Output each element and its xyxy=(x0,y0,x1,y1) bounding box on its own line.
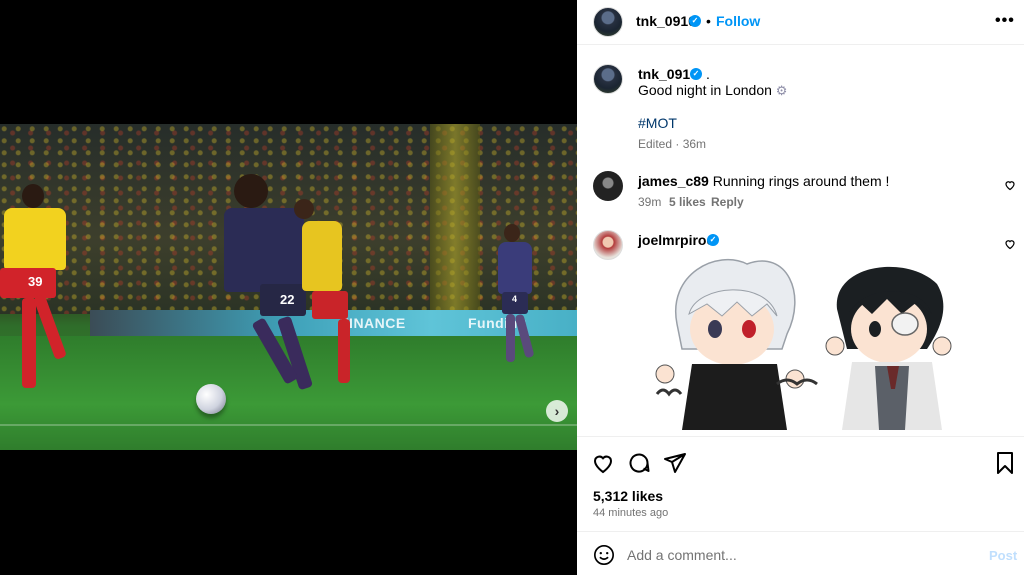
heart-icon[interactable] xyxy=(1004,238,1016,250)
header-bullet: • xyxy=(706,13,711,29)
reply-button[interactable]: Reply xyxy=(711,195,744,209)
share-icon[interactable] xyxy=(663,451,687,475)
anime-sticker[interactable] xyxy=(637,254,990,430)
comment-icon[interactable] xyxy=(627,451,651,475)
next-icon[interactable]: › xyxy=(546,400,568,422)
gear-icon: ⚙ xyxy=(775,83,788,98)
instagram-post-modal: FINANCE Funding 39 22 4 › tnk_0910 ✓ • F… xyxy=(0,0,1024,575)
comment-composer: Add a comment... Post xyxy=(577,531,1024,575)
comment-body: Running rings around them ! xyxy=(712,173,890,189)
comment-likes[interactable]: 5 likes xyxy=(669,195,706,209)
football xyxy=(196,384,226,414)
far-player: 4 xyxy=(480,224,550,374)
post-header: tnk_0910 ✓ • Follow ••• xyxy=(577,0,1024,45)
caption-line: Good night in London xyxy=(638,82,772,98)
post-media: FINANCE Funding 39 22 4 › xyxy=(0,0,577,575)
commenter-username[interactable]: joelmrpiroe xyxy=(638,232,714,248)
commenter-avatar[interactable] xyxy=(593,171,623,201)
opponent-player-2 xyxy=(292,199,362,399)
follow-button[interactable]: Follow xyxy=(716,13,760,29)
stand-pillar xyxy=(430,124,480,314)
caption-dot: . xyxy=(706,66,710,82)
author-username[interactable]: tnk_0910 xyxy=(636,13,696,29)
post-time: 44 minutes ago xyxy=(593,507,669,519)
verified-icon: ✓ xyxy=(707,234,719,246)
caption-text: Good night in London ⚙ xyxy=(638,82,787,99)
commenter-avatar[interactable] xyxy=(593,230,623,260)
caption-username[interactable]: tnk_0910 xyxy=(638,66,698,82)
post-button[interactable]: Post xyxy=(989,548,1017,563)
comment-time: 39m xyxy=(638,195,662,209)
opponent-number: 39 xyxy=(28,274,43,289)
more-icon[interactable]: ••• xyxy=(995,12,1015,30)
comment-text: james_c89 Running rings around them ! xyxy=(638,173,889,189)
hashtag-link[interactable]: #MOT xyxy=(638,115,677,131)
bookmark-icon[interactable] xyxy=(993,451,1017,475)
heart-icon[interactable] xyxy=(591,451,615,475)
avatar[interactable] xyxy=(593,7,623,37)
post-sidebar: tnk_0910 ✓ • Follow ••• tnk_0910 ✓ . Goo… xyxy=(577,0,1024,575)
opponent-player: 39 xyxy=(0,184,80,444)
emoji-icon[interactable] xyxy=(593,544,615,566)
commenter-username[interactable]: james_c89 xyxy=(638,173,709,189)
post-photo[interactable]: FINANCE Funding 39 22 4 › xyxy=(0,124,577,450)
verified-icon: ✓ xyxy=(689,15,701,27)
edited-time: Edited · 36m xyxy=(638,137,707,151)
far-player-number: 4 xyxy=(512,294,518,304)
comment-input[interactable]: Add a comment... xyxy=(627,547,737,563)
anime-sticker-image xyxy=(655,259,952,430)
pitch-line xyxy=(0,424,577,426)
heart-icon[interactable] xyxy=(1004,179,1016,191)
verified-icon: ✓ xyxy=(690,68,702,80)
likes-count[interactable]: 5,312 likes xyxy=(593,488,663,504)
caption-avatar[interactable] xyxy=(593,64,623,94)
